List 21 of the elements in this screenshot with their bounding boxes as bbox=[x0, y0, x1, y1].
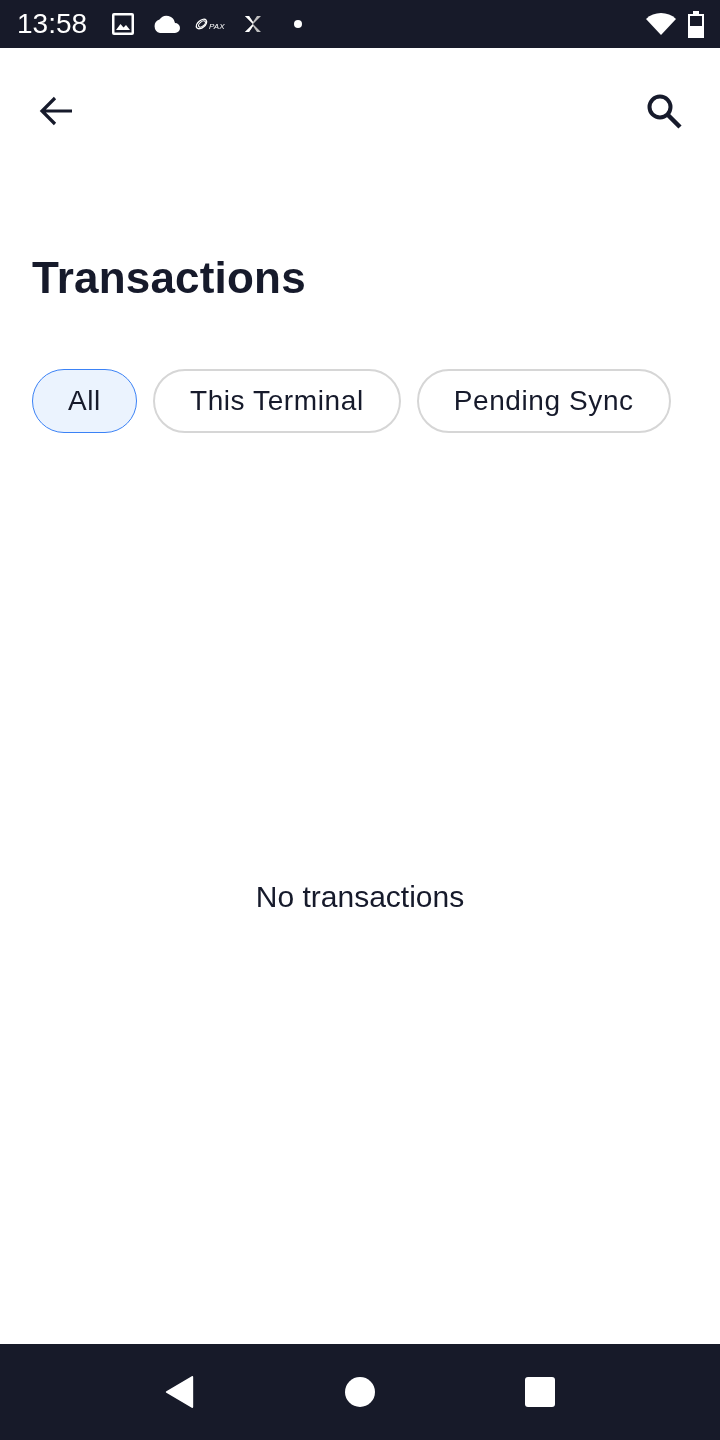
cross-icon bbox=[243, 15, 262, 33]
recents-square-icon bbox=[525, 1377, 555, 1407]
page-title: Transactions bbox=[32, 252, 306, 304]
status-time: 13:58 bbox=[17, 10, 88, 38]
filter-chip[interactable]: This Terminal bbox=[152, 369, 401, 433]
cloud-icon bbox=[153, 15, 182, 33]
filter-chip[interactable]: All bbox=[32, 369, 137, 433]
back-triangle-icon bbox=[165, 1376, 195, 1408]
wifi-icon bbox=[646, 13, 676, 35]
back-arrow-icon bbox=[39, 96, 73, 126]
filter-chip[interactable]: Pending Sync bbox=[416, 369, 671, 433]
swirl-logo-icon bbox=[195, 18, 209, 30]
search-icon bbox=[646, 93, 682, 129]
image-icon bbox=[112, 13, 135, 35]
logo-text: PAX bbox=[209, 23, 225, 31]
empty-state-message: No transactions bbox=[255, 879, 465, 915]
home-nav-button[interactable] bbox=[345, 1377, 375, 1407]
dot-icon bbox=[293, 20, 302, 28]
home-circle-icon bbox=[345, 1377, 375, 1407]
battery-icon bbox=[688, 10, 704, 38]
back-nav-button[interactable] bbox=[165, 1376, 195, 1408]
